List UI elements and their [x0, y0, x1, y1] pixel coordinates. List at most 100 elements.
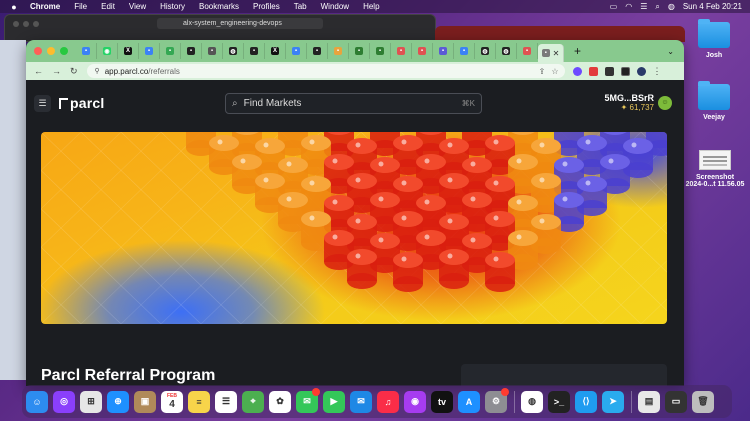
- parcl-logo[interactable]: parcl: [59, 95, 104, 111]
- back-button[interactable]: ←: [34, 66, 43, 76]
- control-center-icon[interactable]: ☰: [640, 2, 647, 11]
- browser-tab[interactable]: ▪: [328, 43, 349, 59]
- menu-bookmarks[interactable]: Bookmarks: [199, 2, 239, 11]
- menu-app-name[interactable]: Chrome: [30, 2, 60, 11]
- chrome-menu-icon[interactable]: ⋮: [653, 66, 662, 77]
- browser-tab[interactable]: ▪: [202, 43, 223, 59]
- maps-icon[interactable]: ⌖: [242, 390, 264, 413]
- wifi-icon[interactable]: ◠: [625, 2, 632, 11]
- browser-tab[interactable]: ▪: [433, 43, 454, 59]
- menu-window[interactable]: Window: [321, 2, 349, 11]
- browser-tab[interactable]: ◍: [223, 43, 244, 59]
- telegram-icon[interactable]: ➤: [602, 390, 624, 413]
- menu-view[interactable]: View: [129, 2, 146, 11]
- browser-tab[interactable]: X: [265, 43, 286, 59]
- menu-edit[interactable]: Edit: [101, 2, 115, 11]
- search-icon: ⌕: [232, 98, 238, 109]
- spotlight-search-icon[interactable]: ⌕: [655, 2, 659, 12]
- siri-menubar-icon[interactable]: ◍: [668, 2, 675, 11]
- finder-icon[interactable]: ☺: [26, 390, 48, 413]
- hamburger-menu-button[interactable]: ☰: [34, 95, 51, 112]
- reload-button[interactable]: ↻: [70, 66, 78, 77]
- tab-search-chevron-icon[interactable]: ⌄: [667, 47, 674, 56]
- trash-icon[interactable]: 🗑: [692, 390, 714, 413]
- site-info-icon[interactable]: ⚲: [95, 67, 100, 75]
- browser-tab[interactable]: ▪: [412, 43, 433, 59]
- extensions-puzzle-icon[interactable]: [604, 66, 614, 76]
- launchpad-icon[interactable]: ⊞: [80, 390, 102, 413]
- menu-help[interactable]: Help: [363, 2, 379, 11]
- safari-icon[interactable]: ⊕: [107, 390, 129, 413]
- browser-tab[interactable]: ▪: [286, 43, 307, 59]
- x-icon: X: [271, 47, 279, 55]
- browser-tab[interactable]: ▪: [349, 43, 370, 59]
- podcasts-icon[interactable]: ◉: [404, 390, 426, 413]
- settings-icon[interactable]: ⚙: [485, 387, 509, 413]
- photos-icon[interactable]: ✿: [269, 390, 291, 413]
- background-terminal-window[interactable]: alx-system_engineering-devops: [4, 14, 436, 42]
- address-bar[interactable]: ⚲ app.parcl.co/referrals ⇪ ☆: [86, 64, 565, 78]
- browser-tab[interactable]: ▪: [244, 43, 265, 59]
- browser-tab[interactable]: ▪: [76, 43, 97, 59]
- new-tab-button[interactable]: +: [574, 44, 581, 58]
- browser-tab[interactable]: ◍: [496, 43, 517, 59]
- close-window-button[interactable]: [34, 47, 42, 55]
- menubar-clock[interactable]: Sun 4 Feb 20:21: [683, 2, 742, 11]
- menu-tab[interactable]: Tab: [294, 2, 307, 11]
- vscode-icon[interactable]: ⟨⟩: [575, 390, 597, 413]
- apple-menu-icon[interactable]: ●: [8, 2, 20, 12]
- extension-red-icon[interactable]: [588, 66, 598, 76]
- contacts-icon[interactable]: ▣: [134, 390, 156, 413]
- browser-tab[interactable]: ▪: [370, 43, 391, 59]
- browser-tab[interactable]: ◉: [97, 43, 118, 59]
- extension-vpn-icon[interactable]: [572, 66, 582, 76]
- share-icon[interactable]: ⇪: [539, 67, 546, 76]
- background-window-tab-title[interactable]: alx-system_engineering-devops: [157, 18, 323, 29]
- desktop-folder-veejay[interactable]: Veejay: [688, 81, 740, 121]
- browser-tab[interactable]: ▪: [391, 43, 412, 59]
- appstore-icon[interactable]: A: [458, 390, 480, 413]
- battery-icon[interactable]: ▭: [610, 2, 618, 11]
- github-icon: ◍: [229, 47, 237, 55]
- browser-tab[interactable]: ▪: [181, 43, 202, 59]
- browser-tab[interactable]: ▪: [160, 43, 181, 59]
- wallet-button[interactable]: 5MG...BSrR ✦ 61,737 ☺: [604, 93, 672, 112]
- side-panel-icon[interactable]: [620, 66, 630, 76]
- menu-file[interactable]: File: [74, 2, 87, 11]
- terminal-icon[interactable]: >_: [548, 390, 570, 413]
- mail-icon[interactable]: ✉: [350, 390, 372, 413]
- menu-profiles[interactable]: Profiles: [253, 2, 280, 11]
- tv-icon[interactable]: tv: [431, 390, 453, 413]
- reminders-icon[interactable]: ☰: [215, 390, 237, 413]
- profile-avatar-icon[interactable]: [636, 66, 646, 76]
- browser-tab[interactable]: ▪: [307, 43, 328, 59]
- menu-history[interactable]: History: [160, 2, 185, 11]
- messages-icon[interactable]: ✉: [296, 387, 320, 413]
- browser-tab[interactable]: ▪: [517, 43, 538, 59]
- chrome-icon[interactable]: ◍: [521, 390, 543, 413]
- referral-side-card: [461, 364, 667, 386]
- tab-active-parcl[interactable]: ▪ ✕: [538, 44, 564, 62]
- browser-tab[interactable]: ▪: [454, 43, 475, 59]
- screen-icon[interactable]: ▭: [665, 390, 687, 413]
- facetime-icon[interactable]: ▶: [323, 390, 345, 413]
- notes-icon[interactable]: ≡: [188, 390, 210, 413]
- avatar[interactable]: ☺: [658, 95, 672, 110]
- find-markets-search-input[interactable]: ⌕ Find Markets ⌘K: [225, 93, 482, 114]
- desktop-file-screenshot[interactable]: Screenshot 2024-0...t 11.56.05: [684, 150, 746, 188]
- close-tab-icon[interactable]: ✕: [553, 49, 560, 58]
- minimize-window-button[interactable]: [47, 47, 55, 55]
- desktop-folder-josh[interactable]: Josh: [688, 19, 740, 59]
- browser-tab[interactable]: X: [118, 43, 139, 59]
- browser-tab[interactable]: ▪: [139, 43, 160, 59]
- fullscreen-window-button[interactable]: [60, 47, 68, 55]
- document-icon[interactable]: ▤: [638, 390, 660, 413]
- music-icon[interactable]: ♫: [377, 390, 399, 413]
- forward-button[interactable]: →: [52, 66, 61, 76]
- browser-tab[interactable]: ◍: [475, 43, 496, 59]
- calendar-icon[interactable]: FEB 4: [161, 390, 183, 413]
- generic-tab-icon: ▪: [292, 47, 300, 55]
- extensions-area: ⋮: [572, 66, 662, 77]
- siri-icon[interactable]: ◎: [53, 390, 75, 413]
- bookmark-star-icon[interactable]: ☆: [551, 67, 558, 76]
